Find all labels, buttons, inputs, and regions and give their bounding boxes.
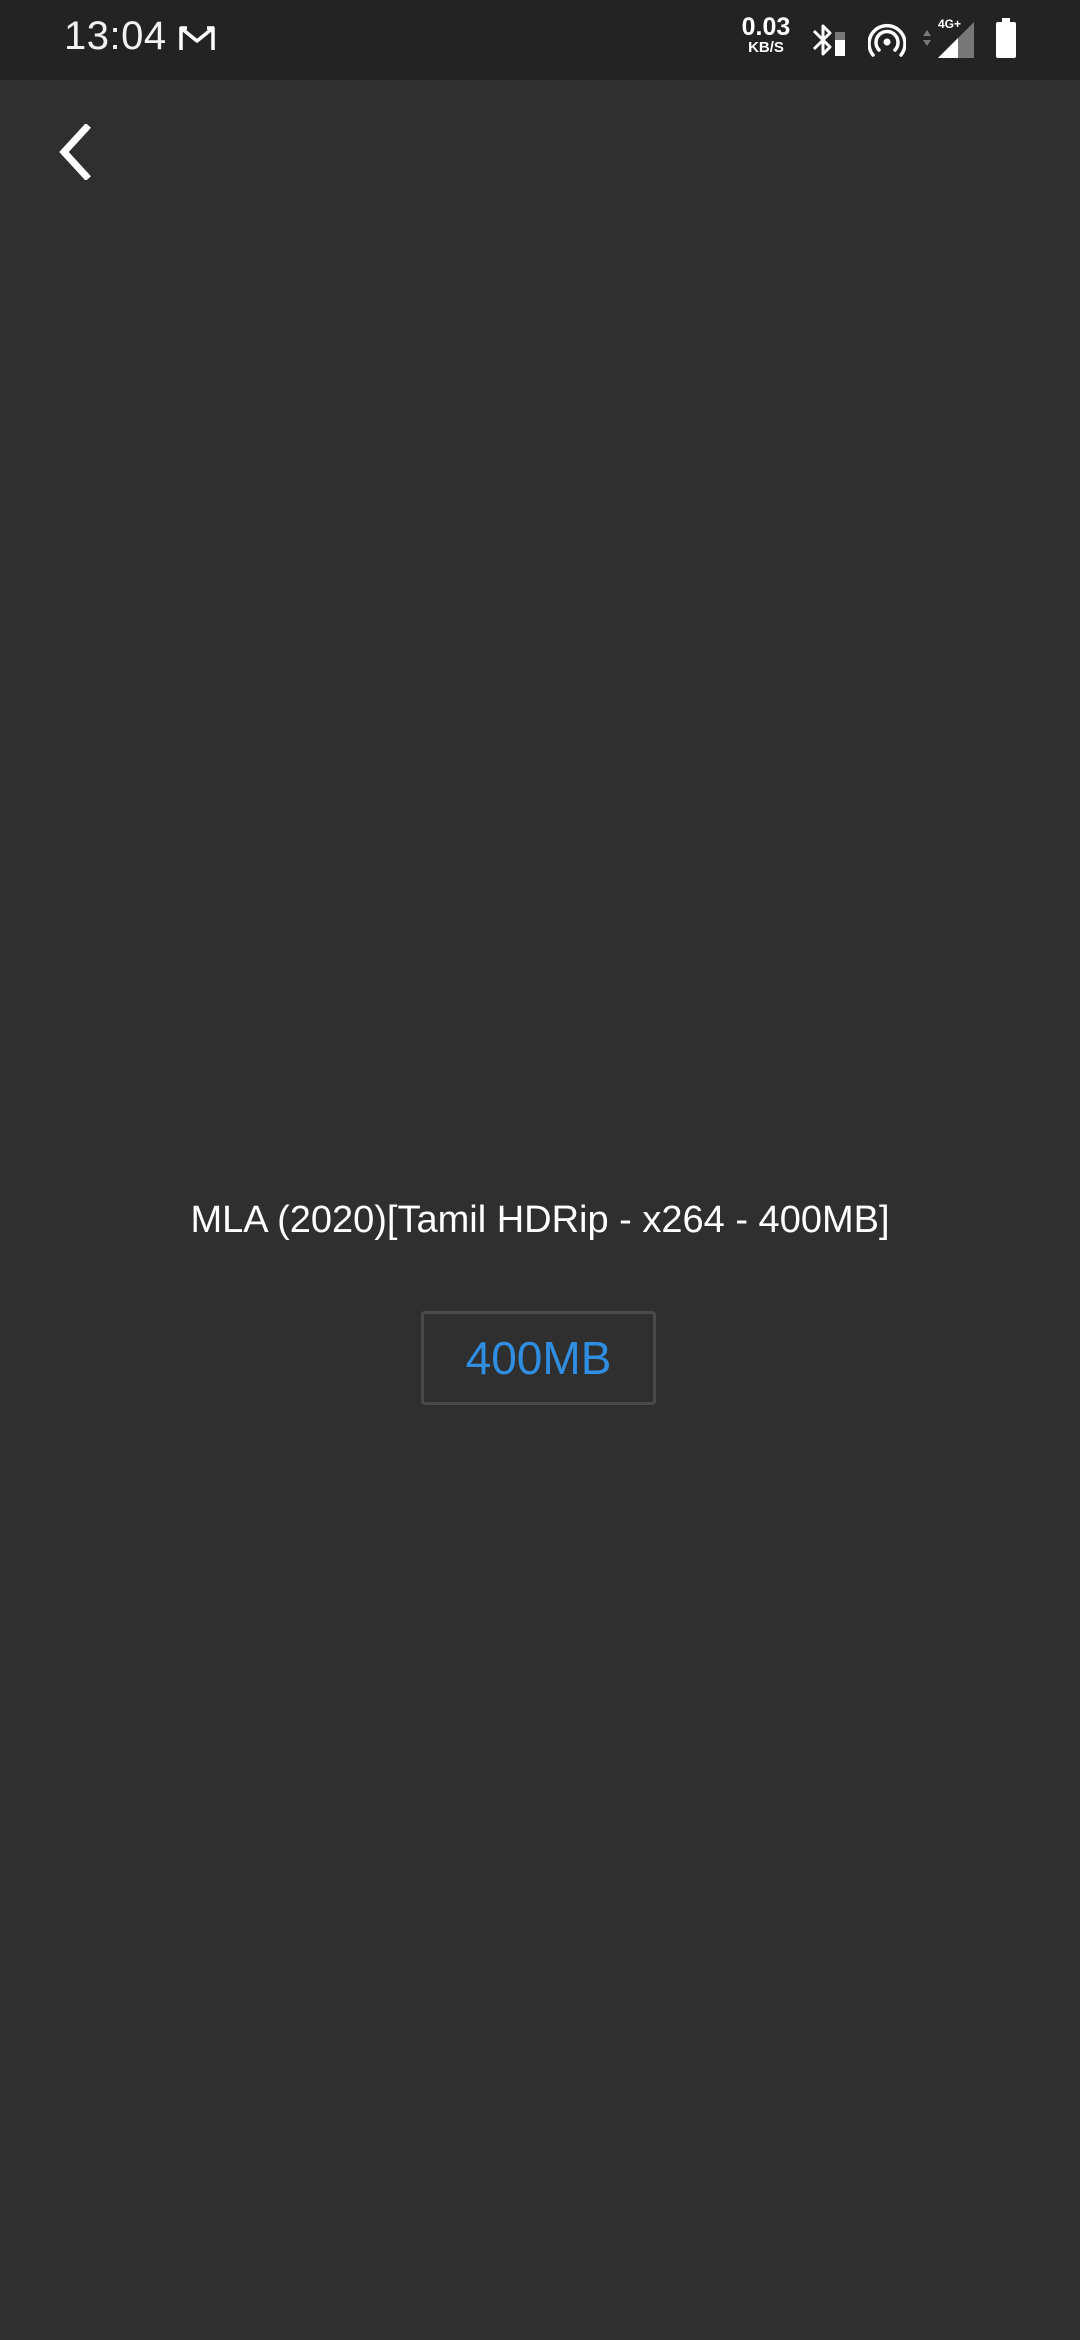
network-speed-unit: KB/S (748, 39, 784, 56)
movie-title: MLA (2020)[Tamil HDRip - x264 - 400MB] (190, 1199, 890, 1241)
hotspot-icon (868, 24, 906, 57)
network-speed: 0.03 KB/S (736, 14, 796, 56)
back-button[interactable] (40, 112, 112, 192)
status-bar: 13:04 0.03 KB/S 4G+ (0, 0, 1080, 80)
signal-icon: 4G+ (923, 17, 974, 58)
battery-icon (996, 18, 1016, 58)
chevron-left-icon (59, 124, 91, 180)
gmail-icon (179, 26, 215, 50)
status-time: 13:04 (64, 14, 167, 58)
bluetooth-icon (812, 24, 845, 56)
network-speed-value: 0.03 (741, 13, 791, 41)
network-type-label: 4G+ (938, 17, 961, 31)
download-size-button[interactable]: 400MB (421, 1311, 656, 1405)
